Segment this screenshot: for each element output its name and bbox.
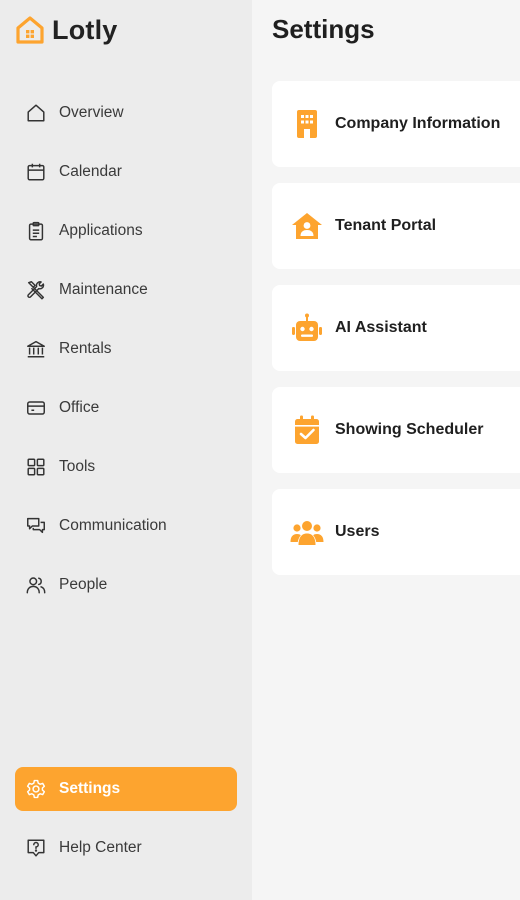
sidebar-item-tools[interactable]: Tools [15,445,237,489]
help-icon [25,837,47,859]
tools-icon [25,279,47,301]
settings-card-users[interactable]: Users [272,489,520,575]
brand[interactable]: Lotly [14,14,118,46]
sidebar-item-label: Office [59,399,100,416]
sidebar-item-label: Applications [59,222,143,239]
calendar-check-icon [290,413,324,447]
sidebar-item-rentals[interactable]: Rentals [15,327,237,371]
sidebar-item-maintenance[interactable]: Maintenance [15,268,237,312]
sidebar-item-settings[interactable]: Settings [15,767,237,811]
sidebar-item-label: Maintenance [59,281,148,298]
settings-card-showing-scheduler[interactable]: Showing Scheduler [272,387,520,473]
sidebar-item-communication[interactable]: Communication [15,504,237,548]
settings-card-label: AI Assistant [335,319,427,336]
home-icon [25,102,47,124]
calendar-icon [25,161,47,183]
sidebar: Lotly Overview Calendar Applications Mai… [0,0,252,900]
house-user-icon [290,209,324,243]
sidebar-item-office[interactable]: Office [15,386,237,430]
sidebar-item-people[interactable]: People [15,563,237,607]
sidebar-item-label: Overview [59,104,124,121]
settings-card-ai-assistant[interactable]: AI Assistant [272,285,520,371]
sidebar-item-label: Help Center [59,839,142,856]
building-icon [290,107,324,141]
people-icon [25,574,47,596]
bank-icon [25,338,47,360]
settings-card-label: Users [335,523,380,540]
sidebar-item-overview[interactable]: Overview [15,91,237,135]
chat-icon [25,515,47,537]
gear-icon [25,778,47,800]
page-title: Settings [272,14,375,44]
card-icon [25,397,47,419]
settings-card-label: Tenant Portal [335,217,437,234]
sidebar-item-applications[interactable]: Applications [15,209,237,253]
sidebar-item-label: Calendar [59,163,122,180]
sidebar-item-label: Settings [59,780,121,797]
settings-card-tenant-portal[interactable]: Tenant Portal [272,183,520,269]
users-icon [290,515,324,549]
clipboard-icon [25,220,47,242]
settings-card-label: Showing Scheduler [335,421,484,438]
lotly-logo-icon [16,16,44,44]
sidebar-item-label: Tools [59,458,96,475]
sidebar-item-calendar[interactable]: Calendar [15,150,237,194]
robot-icon [290,311,324,345]
sidebar-item-label: Rentals [59,340,112,357]
sidebar-item-label: Communication [59,517,167,534]
sidebar-item-label: People [59,576,108,593]
grid-icon [25,456,47,478]
sidebar-item-help-center[interactable]: Help Center [15,826,237,870]
settings-card-company-information[interactable]: Company Information [272,81,520,167]
brand-name: Lotly [52,14,118,45]
settings-card-label: Company Information [335,115,501,132]
